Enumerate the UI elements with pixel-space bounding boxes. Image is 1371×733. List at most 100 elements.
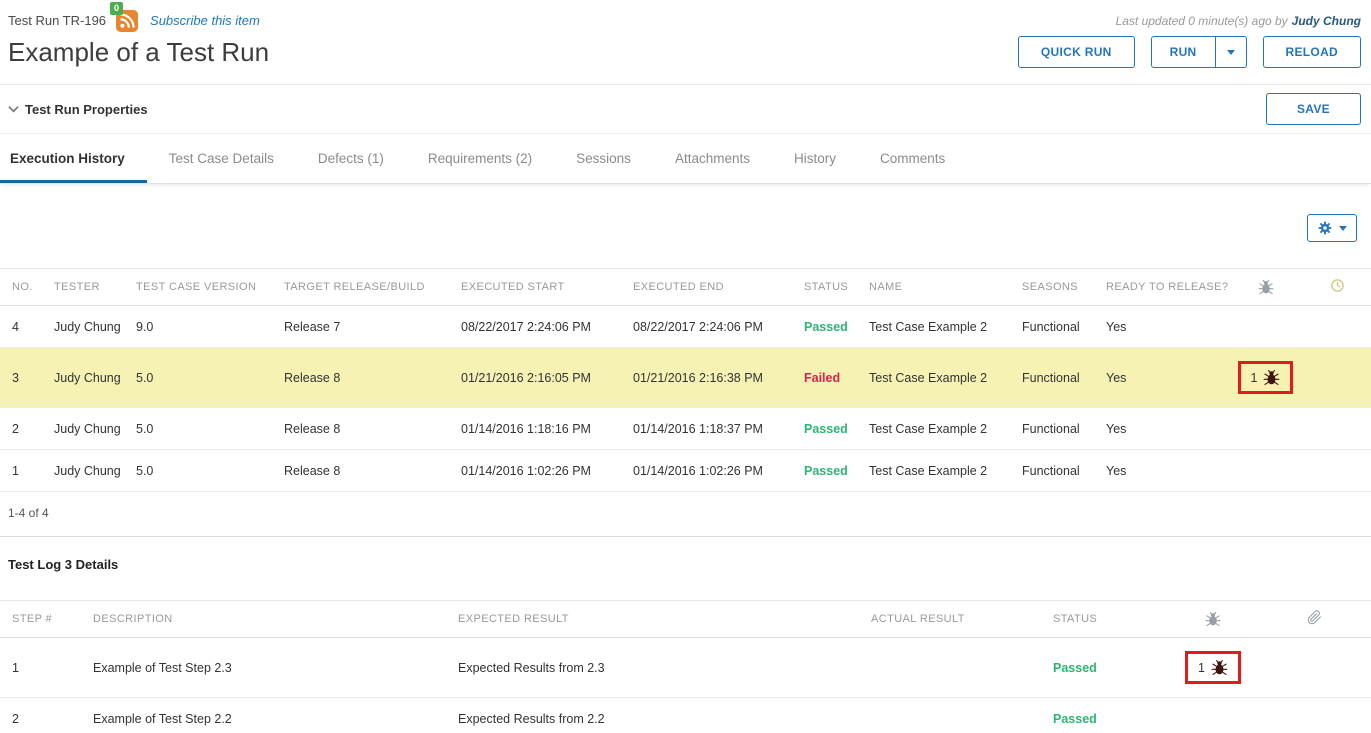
cell-tester: Judy Chung xyxy=(46,450,128,492)
top-bar: Test Run TR-196 0 Subscribe this item La… xyxy=(0,0,1371,32)
caret-down-icon xyxy=(1227,50,1235,55)
execution-row[interactable]: 1 Judy Chung 5.0 Release 8 01/14/2016 1:… xyxy=(0,450,1371,492)
cell-elapsed xyxy=(1303,348,1371,408)
col-executed-end[interactable]: EXECUTED END xyxy=(625,269,796,306)
col-tester[interactable]: TESTER xyxy=(46,269,128,306)
title-row: Example of a Test Run QUICK RUN RUN RELO… xyxy=(0,32,1371,84)
cell-end: 01/14/2016 1:02:26 PM xyxy=(625,450,796,492)
col-target-release[interactable]: TARGET RELEASE/BUILD xyxy=(276,269,453,306)
tab-execution-history[interactable]: Execution History xyxy=(0,134,147,183)
quick-run-button[interactable]: QUICK RUN xyxy=(1018,36,1135,68)
tab-history[interactable]: History xyxy=(772,134,858,183)
tab-attachments[interactable]: Attachments xyxy=(653,134,772,183)
col-no[interactable]: NO. xyxy=(0,269,46,306)
col-executed-start[interactable]: EXECUTED START xyxy=(453,269,625,306)
cell-version: 5.0 xyxy=(128,450,276,492)
cell-name: Test Case Example 2 xyxy=(861,450,1014,492)
cell-description: Example of Test Step 2.3 xyxy=(85,638,450,698)
col-attachments[interactable] xyxy=(1258,601,1371,638)
defect-count-link[interactable]: 1 xyxy=(1251,371,1258,385)
col-description[interactable]: DESCRIPTION xyxy=(85,601,450,638)
run-dropdown-button[interactable] xyxy=(1215,36,1247,68)
cell-no: 4 xyxy=(0,306,46,348)
tab-comments[interactable]: Comments xyxy=(858,134,967,183)
cell-version: 9.0 xyxy=(128,306,276,348)
reload-button[interactable]: RELOAD xyxy=(1263,36,1361,68)
bug-icon xyxy=(1205,611,1221,627)
test-log-header-row: STEP # DESCRIPTION EXPECTED RESULT ACTUA… xyxy=(0,601,1371,638)
cell-tester: Judy Chung xyxy=(46,306,128,348)
cell-defects xyxy=(1228,306,1303,348)
cell-tester: Judy Chung xyxy=(46,408,128,450)
cell-release: Release 8 xyxy=(276,408,453,450)
tab-sessions[interactable]: Sessions xyxy=(554,134,653,183)
col-ready-to-release[interactable]: READY TO RELEASE? xyxy=(1098,269,1228,306)
cell-attachments xyxy=(1258,698,1371,733)
feed-count-badge: 0 xyxy=(110,2,123,15)
cell-defects xyxy=(1168,698,1258,733)
properties-section-title: Test Run Properties xyxy=(25,102,148,117)
properties-section-toggle[interactable]: Test Run Properties xyxy=(8,102,148,117)
status-badge: Passed xyxy=(804,320,848,334)
execution-table-header-row: NO. TESTER TEST CASE VERSION TARGET RELE… xyxy=(0,269,1371,306)
cell-end: 08/22/2017 2:24:06 PM xyxy=(625,306,796,348)
col-step[interactable]: STEP # xyxy=(0,601,85,638)
cell-actual xyxy=(863,638,1045,698)
col-elapsed-time[interactable] xyxy=(1303,269,1371,306)
cell-start: 01/14/2016 1:18:16 PM xyxy=(453,408,625,450)
test-log-table: STEP # DESCRIPTION EXPECTED RESULT ACTUA… xyxy=(0,600,1371,733)
rss-feed-icon[interactable]: 0 xyxy=(116,10,138,32)
test-log-row[interactable]: 2 Example of Test Step 2.2 Expected Resu… xyxy=(0,698,1371,733)
cell-attachments xyxy=(1258,638,1371,698)
cell-seasons: Functional xyxy=(1014,408,1098,450)
subscribe-link[interactable]: Subscribe this item xyxy=(150,13,260,28)
bug-icon[interactable] xyxy=(1263,369,1280,386)
cell-release: Release 7 xyxy=(276,306,453,348)
tab-defects[interactable]: Defects (1) xyxy=(296,134,406,183)
execution-row-selected[interactable]: 3 Judy Chung 5.0 Release 8 01/21/2016 2:… xyxy=(0,348,1371,408)
cell-release: Release 8 xyxy=(276,450,453,492)
cell-no: 3 xyxy=(0,348,46,408)
cell-seasons: Functional xyxy=(1014,348,1098,408)
cell-no: 1 xyxy=(0,450,46,492)
col-actual-result[interactable]: ACTUAL RESULT xyxy=(863,601,1045,638)
defect-highlight-annotation: 1 xyxy=(1238,361,1294,394)
tab-requirements[interactable]: Requirements (2) xyxy=(406,134,554,183)
col-seasons[interactable]: SEASONS xyxy=(1014,269,1098,306)
bug-icon xyxy=(1258,279,1274,295)
run-button[interactable]: RUN xyxy=(1151,36,1216,68)
cell-ready: Yes xyxy=(1098,348,1228,408)
test-log-row[interactable]: 1 Example of Test Step 2.3 Expected Resu… xyxy=(0,638,1371,698)
save-button[interactable]: SAVE xyxy=(1266,93,1361,125)
bug-icon[interactable] xyxy=(1211,659,1228,676)
tab-test-case-details[interactable]: Test Case Details xyxy=(147,134,296,183)
cell-defects: 1 xyxy=(1228,348,1303,408)
col-defects[interactable] xyxy=(1228,269,1303,306)
user-link[interactable]: Judy Chung xyxy=(1292,14,1361,28)
defect-count-link[interactable]: 1 xyxy=(1198,661,1205,675)
col-status[interactable]: STATUS xyxy=(796,269,861,306)
cell-defects: 1 xyxy=(1168,638,1258,698)
status-badge: Passed xyxy=(804,422,848,436)
cell-end: 01/21/2016 2:16:38 PM xyxy=(625,348,796,408)
cell-expected: Expected Results from 2.3 xyxy=(450,638,863,698)
test-run-properties-bar: Test Run Properties SAVE xyxy=(0,84,1371,133)
status-badge: Passed xyxy=(804,464,848,478)
col-expected-result[interactable]: EXPECTED RESULT xyxy=(450,601,863,638)
cell-version: 5.0 xyxy=(128,408,276,450)
cell-description: Example of Test Step 2.2 xyxy=(85,698,450,733)
cell-actual xyxy=(863,698,1045,733)
col-defects[interactable] xyxy=(1168,601,1258,638)
col-test-case-version[interactable]: TEST CASE VERSION xyxy=(128,269,276,306)
execution-row[interactable]: 2 Judy Chung 5.0 Release 8 01/14/2016 1:… xyxy=(0,408,1371,450)
execution-row[interactable]: 4 Judy Chung 9.0 Release 7 08/22/2017 2:… xyxy=(0,306,1371,348)
col-name[interactable]: NAME xyxy=(861,269,1014,306)
status-badge: Passed xyxy=(1053,661,1097,675)
cell-ready: Yes xyxy=(1098,408,1228,450)
col-status[interactable]: STATUS xyxy=(1045,601,1168,638)
cell-release: Release 8 xyxy=(276,348,453,408)
cell-ready: Yes xyxy=(1098,450,1228,492)
table-settings-button[interactable] xyxy=(1307,214,1357,242)
last-updated-prefix: Last updated 0 minute(s) ago by xyxy=(1116,14,1288,28)
chevron-down-icon xyxy=(8,105,19,113)
